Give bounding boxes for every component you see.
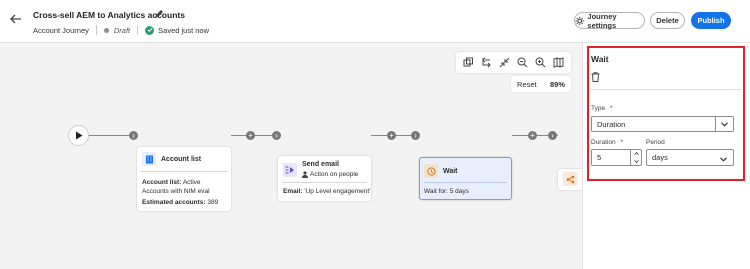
node-detail: Email: 'Up Level engagement' [283,188,370,195]
share-icon [563,172,577,186]
node-detail: Account list: Active Accounts with NIM e… [142,178,228,196]
node-subtitle: Action on people [302,171,358,178]
play-icon[interactable] [68,125,89,146]
journey-type: Account Journey [33,25,89,35]
copy-icon[interactable] [463,57,474,68]
duration-value: 5 [597,153,602,162]
connector-dot-icon: › [272,131,281,140]
add-node-icon[interactable]: + [528,131,537,140]
add-node-icon[interactable]: + [246,131,255,140]
status-dot-icon [103,27,109,33]
zoom-in-icon[interactable] [535,57,546,68]
send-email-node[interactable]: Send email Action on people Email: 'Up L… [278,156,371,201]
email-value: 'Up Level engagement' [304,188,371,195]
node-estimate: Estimated accounts: 389 [142,199,218,206]
connector-dot-icon: › [129,131,138,140]
divider [424,182,507,183]
journey-settings-button[interactable]: Journey settings [574,11,645,30]
clock-icon [424,164,438,178]
period-label: Period [646,139,665,146]
minimap-icon[interactable] [553,57,564,68]
pencil-icon[interactable] [154,9,164,19]
required-marker: * [609,105,613,112]
node-title: Send email [302,161,339,168]
duration-label: Duration * [591,139,623,146]
chevron-down-icon[interactable] [715,117,733,131]
collapse-icon[interactable] [499,57,510,68]
chevron-down-icon[interactable] [720,155,727,164]
share-node[interactable] [558,169,582,190]
type-label-text: Type [591,105,606,112]
connector-dot-icon: › [548,131,557,140]
swap-icon[interactable] [481,57,492,68]
duration-label-text: Duration [591,139,616,146]
divider [95,25,97,35]
panel-title: Wait [591,54,609,64]
email-label: Email: [283,188,303,195]
connector-dot-icon: › [411,131,420,140]
email-action-icon [283,163,297,177]
building-icon [142,152,156,166]
delete-label: Delete [656,16,679,25]
type-label: Type * [591,105,612,112]
divider [282,182,367,183]
estimate-value: 389 [207,199,219,206]
period-value: days [652,153,668,162]
node-title: Account list [161,156,202,163]
person-icon [302,171,308,178]
check-circle-icon [145,25,155,35]
chevron-up-icon[interactable] [633,152,639,156]
trash-icon[interactable] [591,72,600,82]
type-value: Duration [597,119,626,129]
divider [141,171,227,172]
publish-button[interactable]: Publish [691,12,731,29]
type-select[interactable]: Duration [591,116,734,132]
canvas-toolbar [456,52,571,73]
add-node-icon[interactable]: + [387,131,396,140]
back-arrow-icon[interactable] [9,12,23,26]
required-marker: * [620,139,623,146]
reset-button[interactable]: Reset [517,80,537,89]
node-subtitle-text: Action on people [310,171,359,178]
node-detail: Wait for: 5 days [424,188,469,195]
delete-button[interactable]: Delete [650,12,685,29]
period-select[interactable]: days [646,149,734,166]
gear-icon [575,16,584,25]
zoom-level: 89% [549,79,565,89]
duration-stepper[interactable] [630,150,641,165]
wait-node[interactable]: Wait Wait for: 5 days [419,157,512,200]
journey-meta: Account Journey Draft Saved just now [33,25,209,35]
node-title: Wait [443,168,458,175]
journey-settings-label: Journey settings [587,11,617,30]
estimate-label: Estimated accounts: [142,199,206,206]
chevron-down-icon[interactable] [633,159,639,163]
zoom-control: Reset 89% [511,76,571,92]
divider [590,89,742,90]
save-status: Saved just now [158,25,210,35]
divider [137,25,139,35]
app-header: Cross-sell AEM to Analytics accounts Acc… [0,0,750,43]
publish-label: Publish [697,16,725,25]
zoom-out-icon[interactable] [517,57,528,68]
account-list-node[interactable]: Account list Account list: Active Accoun… [137,147,231,211]
status-badge: Draft [113,25,131,35]
detail-label: Account list: [142,179,182,186]
